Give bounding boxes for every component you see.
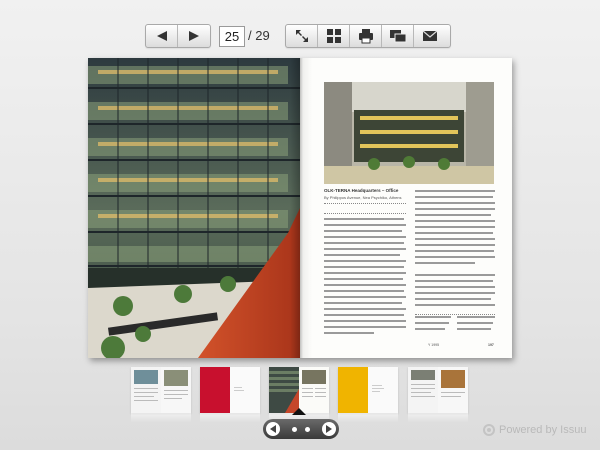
- thumbnail-next-button[interactable]: [322, 422, 336, 436]
- print-icon: [358, 29, 373, 44]
- fullscreen-button[interactable]: [286, 25, 318, 47]
- thumbnail-prev-button[interactable]: [266, 422, 280, 436]
- article-body-column: [415, 190, 495, 312]
- chevron-right-icon: [326, 425, 332, 433]
- thumbnail-reflection: [200, 413, 260, 423]
- page-footer-left: Y 1995: [428, 343, 440, 347]
- article-photo: [324, 82, 494, 184]
- magazine-spread[interactable]: OLK-TERNA Headquarters – Office By Phili…: [88, 58, 512, 358]
- thumbnail-reflection: [338, 413, 398, 423]
- share-icon: [389, 30, 406, 43]
- right-page-article: OLK-TERNA Headquarters – Office By Phili…: [300, 58, 512, 358]
- print-button[interactable]: [350, 25, 382, 47]
- arrow-left-icon: [156, 31, 167, 41]
- grid-icon: [326, 29, 341, 43]
- divider: [324, 213, 406, 214]
- page-total-label: / 29: [248, 28, 270, 43]
- email-icon: [422, 30, 438, 41]
- arrow-right-icon: [189, 31, 199, 41]
- thumbnail-page[interactable]: [338, 367, 398, 413]
- pager-dot[interactable]: [305, 426, 310, 432]
- thumbnail-page[interactable]: [408, 367, 468, 413]
- thumbnail-pager: [263, 419, 339, 439]
- page-number-input[interactable]: 25: [219, 26, 245, 47]
- next-page-button[interactable]: [178, 25, 210, 47]
- powered-by-link[interactable]: Powered by Issuu: [483, 424, 586, 436]
- grid-view-button[interactable]: [318, 25, 350, 47]
- issuu-logo-icon: [483, 424, 495, 436]
- article-subtitle: By Philippos Avenue, Nea Psychiko, Athen…: [324, 195, 402, 200]
- current-thumbnail-pointer: [292, 408, 306, 415]
- spine-shadow: [290, 58, 312, 358]
- chevron-left-icon: [270, 425, 276, 433]
- page-footer-number: 197: [488, 343, 494, 347]
- thumbnail-reflection: [131, 413, 191, 423]
- share-button[interactable]: [382, 25, 414, 47]
- pager-dot[interactable]: [292, 426, 297, 432]
- viewer-tools-group: [285, 24, 451, 48]
- thumbnail-page[interactable]: [131, 367, 191, 413]
- article-title: OLK-TERNA Headquarters – Office: [324, 188, 399, 193]
- article-caption: [415, 316, 495, 338]
- pager-dots: [292, 426, 310, 432]
- article-body-column: [324, 218, 406, 340]
- divider: [415, 314, 495, 315]
- powered-by-label: Powered by Issuu: [499, 424, 587, 436]
- divider: [324, 203, 406, 204]
- thumbnail-reflection: [408, 413, 468, 423]
- fullscreen-icon: [295, 30, 308, 42]
- page-navigation-group: [145, 24, 211, 48]
- thumbnail-page[interactable]: [200, 367, 260, 413]
- email-button[interactable]: [414, 25, 446, 47]
- previous-page-button[interactable]: [146, 25, 178, 47]
- left-page-photo: [88, 58, 300, 358]
- thumbnail-page-current[interactable]: [269, 367, 329, 413]
